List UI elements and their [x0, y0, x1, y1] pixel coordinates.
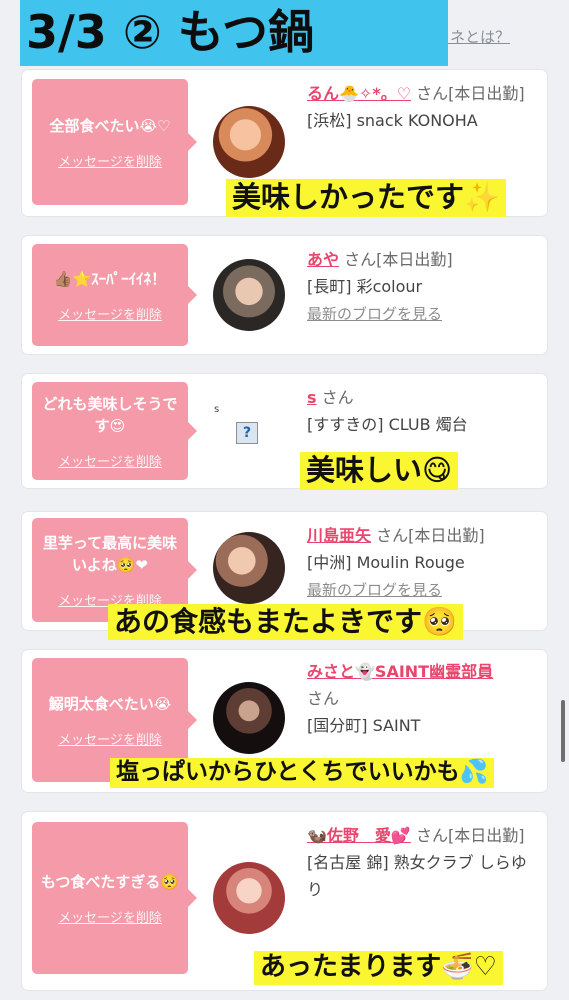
user-name-link[interactable]: s [307, 388, 317, 407]
honorific: さん [416, 84, 449, 103]
message-text: 👍🏽⭐️ｽｰﾊﾟｰｲｲﾈ！ [53, 269, 167, 288]
message-bubble: もつ食べたすぎる🥺 メッセージを削除 [32, 822, 197, 974]
message-text: 里芋って最高に美味いよね🥺❤ [42, 533, 178, 574]
message-bubble: 全部食べたい😭♡ メッセージを削除 [32, 79, 197, 205]
work-status: [本日出勤] [447, 826, 525, 845]
honorific: さん [376, 526, 409, 545]
avatar[interactable] [213, 862, 285, 934]
user-name-link[interactable]: あや [307, 250, 339, 269]
delete-message-link[interactable]: メッセージを削除 [58, 451, 162, 470]
caption-overlay: あったまります🍜♡ [254, 951, 503, 985]
user-info: s さん [すすきの] CLUB 燭台 [307, 384, 539, 438]
honorific: さん [344, 250, 377, 269]
caption-overlay: あの食感もまたよきです🥺 [108, 604, 463, 641]
shop-name: [中洲] Moulin Rouge [307, 553, 465, 572]
avatar[interactable] [213, 259, 285, 331]
banner-title: 3/3 ② もつ鍋 [20, 0, 448, 66]
honorific: さん [321, 388, 354, 407]
caption-overlay: 美味しかったです✨ [226, 179, 507, 217]
message-text: どれも美味しそうです😍 [42, 394, 178, 435]
avatar[interactable] [213, 682, 285, 754]
work-status: [本日出勤] [448, 84, 525, 103]
user-name-link[interactable]: みさと👻SAINT幽霊部員 [307, 662, 493, 681]
message-card: どれも美味しそうです😍 メッセージを削除 s ? s さん [すすきの] CLU… [22, 374, 547, 488]
shop-name: [すすきの] CLUB 燭台 [307, 415, 468, 434]
work-status: [本日出勤] [376, 250, 453, 269]
message-bubble: 👍🏽⭐️ｽｰﾊﾟｰｲｲﾈ！ メッセージを削除 [32, 244, 197, 346]
user-info: 川島亜矢 さん[本日出勤] [中洲] Moulin Rouge 最新のブログを見… [307, 522, 539, 604]
broken-image-alt: s [214, 404, 220, 415]
user-name-link[interactable]: 川島亜矢 [307, 526, 371, 545]
scrollbar-thumb[interactable] [561, 700, 565, 762]
delete-message-link[interactable]: メッセージを削除 [58, 907, 162, 926]
shop-name: [浜松] snack KONOHA [307, 111, 478, 130]
delete-message-link[interactable]: メッセージを削除 [58, 304, 162, 323]
user-info: みさと👻SAINT幽霊部員 さん [国分町] SAINT [307, 658, 539, 739]
message-text: 全部食べたい😭♡ [49, 116, 171, 135]
shop-name: [長町] 彩colour [307, 277, 423, 296]
caption-overlay: 美味しい😋 [300, 452, 459, 490]
user-info: 🦦佐野 愛💕 さん[本日出勤] [名古屋 錦] 熟女クラブ しらゆり [307, 822, 539, 903]
latest-blog-link[interactable]: 最新のブログを見る [307, 581, 442, 599]
latest-blog-link[interactable]: 最新のブログを見る [307, 305, 442, 323]
shop-name: [国分町] SAINT [307, 716, 421, 735]
user-info: るん🐣✧*。♡ さん[本日出勤] [浜松] snack KONOHA [307, 80, 539, 134]
delete-message-link[interactable]: メッセージを削除 [58, 151, 162, 170]
message-text: 鰯明太食べたい😭 [48, 694, 172, 713]
shop-name: [名古屋 錦] 熟女クラブ しらゆり [307, 853, 527, 899]
user-name-link[interactable]: るん🐣✧*。♡ [307, 84, 411, 103]
user-info: あや さん[本日出勤] [長町] 彩colour 最新のブログを見る [307, 246, 539, 328]
avatar[interactable] [213, 106, 285, 178]
avatar[interactable] [213, 532, 285, 604]
honorific: さん [307, 689, 340, 708]
work-status: [本日出勤] [408, 526, 485, 545]
caption-overlay: 塩っぱいからひとくちでいいかも💦 [110, 758, 495, 788]
message-text: もつ食べたすぎる🥺 [40, 872, 180, 891]
message-card: 👍🏽⭐️ｽｰﾊﾟｰｲｲﾈ！ メッセージを削除 あや さん[本日出勤] [長町] … [22, 236, 547, 354]
delete-message-link[interactable]: メッセージを削除 [58, 729, 162, 748]
user-name-link[interactable]: 🦦佐野 愛💕 [307, 826, 411, 845]
broken-image-icon[interactable]: ? [236, 422, 258, 444]
honorific: さん [415, 826, 448, 845]
message-bubble: どれも美味しそうです😍 メッセージを削除 [32, 382, 197, 480]
